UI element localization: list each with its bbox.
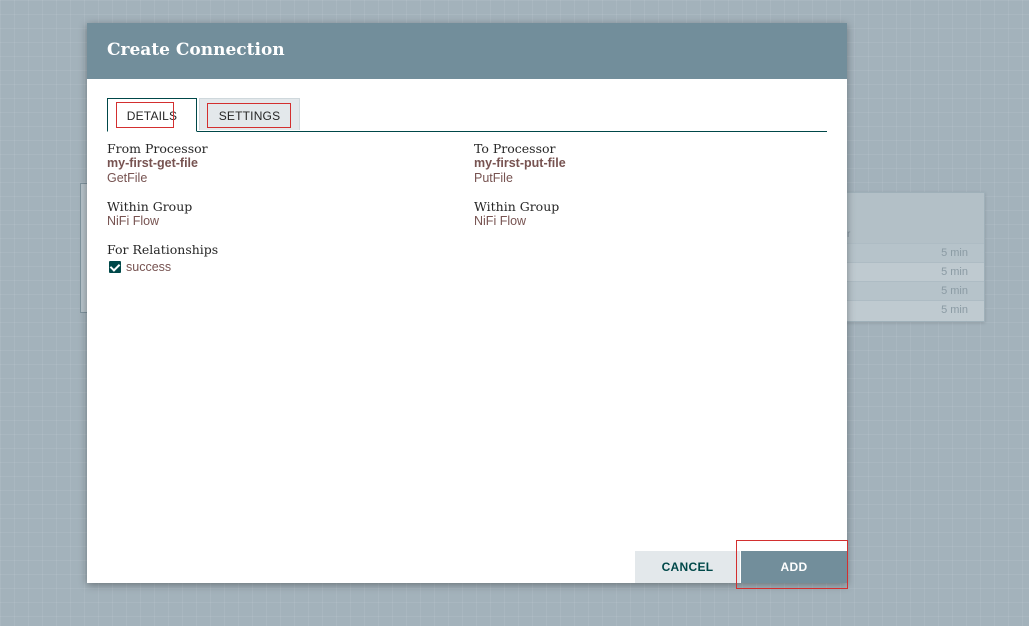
from-processor-type: GetFile xyxy=(107,171,148,185)
status-table-header: r xyxy=(847,193,984,243)
from-group-label: Within Group xyxy=(107,199,193,214)
status-row: 5 min xyxy=(847,243,984,262)
from-group-value: NiFi Flow xyxy=(107,214,160,228)
to-group-field: Within Group NiFi Flow xyxy=(474,199,566,229)
to-processor-field: To Processor my-first-put-file PutFile xyxy=(474,141,566,186)
highlight-box xyxy=(116,102,174,128)
from-column: From Processor my-first-get-file GetFile… xyxy=(107,141,218,287)
success-checkbox[interactable] xyxy=(109,261,121,273)
from-processor-label: From Processor xyxy=(107,141,208,156)
from-group-field: Within Group NiFi Flow xyxy=(107,199,218,229)
to-group-value: NiFi Flow xyxy=(474,214,527,228)
to-group-label: Within Group xyxy=(474,199,560,214)
relationship-item[interactable]: success xyxy=(107,260,218,274)
canvas-status-table: r 5 min 5 min 5 min 5 min xyxy=(846,192,985,322)
tab-bar: DETAILS SETTINGS xyxy=(107,98,827,132)
relationships-label: For Relationships xyxy=(107,242,219,257)
highlight-box xyxy=(207,103,291,128)
tab-details[interactable]: DETAILS xyxy=(107,98,197,132)
tab-settings[interactable]: SETTINGS xyxy=(199,98,300,130)
from-processor-field: From Processor my-first-get-file GetFile xyxy=(107,141,218,186)
to-processor-type: PutFile xyxy=(474,171,513,185)
relationships-field: For Relationships success xyxy=(107,242,218,274)
relationship-label: success xyxy=(126,260,172,274)
status-row: 5 min xyxy=(847,281,984,300)
status-row: 5 min xyxy=(847,300,984,319)
cancel-button[interactable]: CANCEL xyxy=(635,551,740,583)
dialog-title: Create Connection xyxy=(107,40,285,60)
to-column: To Processor my-first-put-file PutFile W… xyxy=(474,141,566,242)
status-row: 5 min xyxy=(847,262,984,281)
dialog-header: Create Connection xyxy=(87,23,847,79)
to-processor-label: To Processor xyxy=(474,141,556,156)
from-processor-name: my-first-get-file xyxy=(107,156,198,170)
create-connection-dialog: Create Connection DETAILS SETTINGS From … xyxy=(87,23,847,583)
status-table-header-text: r xyxy=(847,229,851,240)
to-processor-name: my-first-put-file xyxy=(474,156,566,170)
highlight-box xyxy=(736,540,848,589)
